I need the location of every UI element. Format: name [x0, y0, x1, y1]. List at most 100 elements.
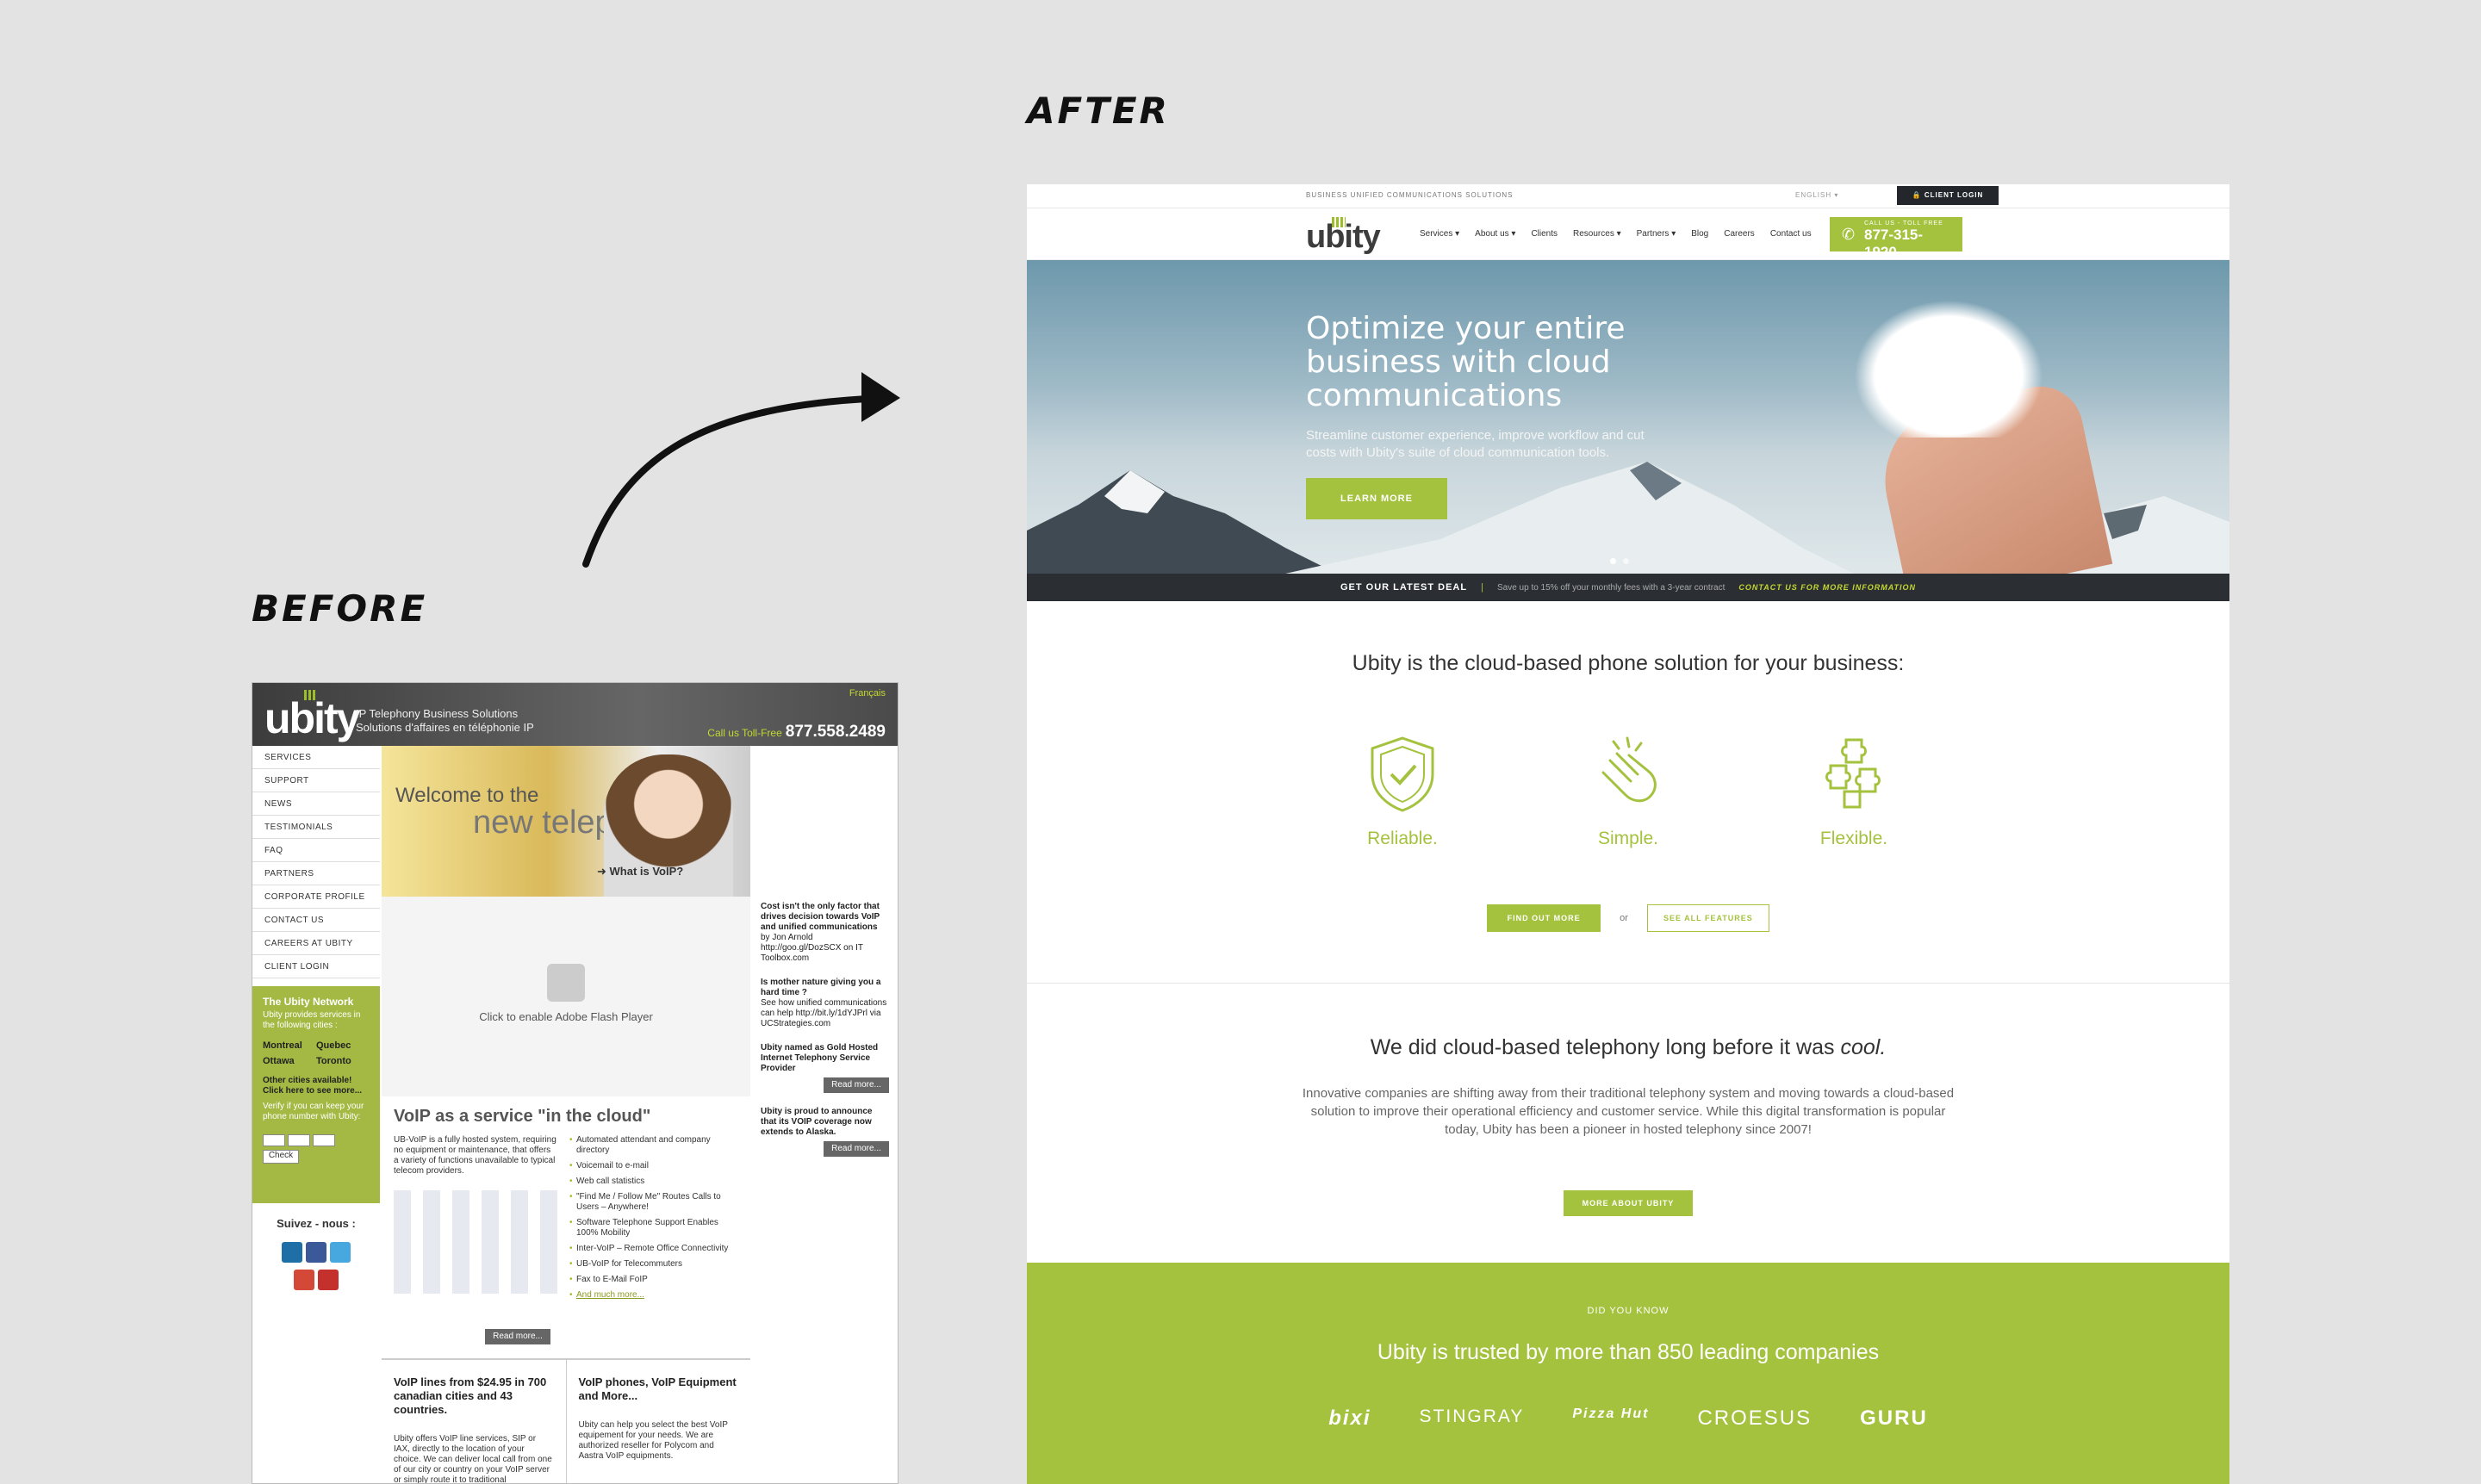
news-text: by Jon Arnold http://goo.gl/DozSCX on IT… [761, 933, 863, 963]
follow-label: Suivez - nous : [277, 1217, 356, 1230]
nav-item-partners[interactable]: PARTNERS [252, 862, 380, 885]
network-title: The Ubity Network [263, 996, 354, 1008]
features-section: Ubity is the cloud-based phone solution … [1027, 601, 2229, 984]
nav-item-testimonials[interactable]: TESTIMONIALS [252, 816, 380, 839]
facebook-icon[interactable] [306, 1242, 326, 1263]
box-text: Ubity can help you select the best VoIP … [578, 1420, 728, 1461]
cloud-image [1854, 300, 2043, 438]
nav-item-support[interactable]: SUPPORT [252, 769, 380, 792]
menu-careers[interactable]: Careers [1724, 229, 1755, 239]
much-more-link[interactable]: And much more... [569, 1290, 738, 1301]
carousel-dot[interactable] [1610, 558, 1616, 564]
city-list: Montreal Quebec Ottawa Toronto [263, 1038, 370, 1069]
nav-item-careers[interactable]: CAREERS AT UBITY [252, 932, 380, 955]
more-about-ubity-button[interactable]: MORE ABOUT UBITY [1564, 1190, 1693, 1216]
cool-text: Innovative companies are shifting away f… [1302, 1086, 1955, 1137]
network-diagram [394, 1190, 557, 1294]
after-label: AFTER [1027, 90, 1170, 132]
nav-item-services[interactable]: SERVICES [252, 746, 380, 769]
linkedin-icon[interactable] [282, 1242, 302, 1263]
deal-bar: GET OUR LATEST DEAL | Save up to 15% off… [1027, 574, 2229, 601]
language-link[interactable]: Français [849, 688, 886, 699]
nav-item-news[interactable]: NEWS [252, 792, 380, 816]
menu-about-us[interactable]: About us ▾ [1475, 229, 1515, 239]
nav-item-client-login[interactable]: CLIENT LOGIN [252, 955, 380, 978]
welcome-line: Welcome to the [395, 784, 539, 807]
call-label: Call us Toll-Free [707, 727, 782, 739]
menu-blog[interactable]: Blog [1691, 229, 1708, 239]
check-button[interactable]: Check [263, 1150, 299, 1164]
shield-check-icon [1371, 736, 1434, 812]
hero-banner: Optimize your entire business with cloud… [1027, 260, 2229, 574]
before-label: BEFORE [252, 587, 428, 630]
news-item: Ubity is proud to announce that its VOIP… [761, 1107, 889, 1157]
feature-reliable: Reliable. [1362, 735, 1443, 849]
nav-item-corporate-profile[interactable]: CORPORATE PROFILE [252, 885, 380, 909]
tagline-en: IP Telephony Business Solutions [356, 707, 519, 720]
box-title: VoIP lines from $24.95 in 700 canadian c… [394, 1375, 547, 1416]
voip-feature-list: Automated attendant and company director… [569, 1135, 738, 1306]
nav-item-contact-us[interactable]: CONTACT US [252, 909, 380, 932]
deal-contact-link[interactable]: CONTACT US FOR MORE INFORMATION [1738, 583, 1916, 592]
list-item: "Find Me / Follow Me" Routes Calls to Us… [569, 1192, 738, 1213]
feature-label: Flexible. [1819, 829, 1888, 848]
or-text: or [1620, 913, 1628, 923]
clients-section: DID YOU KNOW Ubity is trusted by more th… [1027, 1263, 2229, 1484]
cool-title-emphasis: cool. [1840, 1035, 1887, 1059]
read-more-button[interactable]: Read more... [824, 1141, 889, 1157]
polycom-logo: POLYCOM [579, 1470, 739, 1483]
list-item: Fax to E-Mail FoIP [569, 1275, 738, 1285]
client-login-button[interactable]: 🔒 CLIENT LOGIN [1897, 186, 1999, 205]
network-text: Ubity provides services in the following… [263, 1010, 361, 1030]
phone-number-input[interactable] [263, 1134, 370, 1146]
voip-phones-box: VoIP phones, VoIP Equipment and More... U… [567, 1360, 751, 1483]
city: Ottawa [263, 1056, 295, 1066]
learn-more-button[interactable]: LEARN MORE [1306, 478, 1447, 519]
before-logo[interactable]: ubity [264, 693, 360, 743]
news-item: Ubity named as Gold Hosted Internet Tele… [761, 1043, 889, 1093]
welcome-banner[interactable]: Welcome to the new telephony. ➜ What is V… [382, 746, 750, 897]
after-screenshot: BUSINESS UNIFIED COMMUNICATIONS SOLUTION… [1027, 184, 2229, 1484]
hero-text: Streamline customer experience, improve … [1306, 428, 1645, 460]
deal-separator: | [1481, 582, 1483, 593]
language-select[interactable]: ENGLISH ▾ [1795, 191, 1838, 199]
youtube-icon[interactable] [318, 1270, 339, 1290]
menu-contact-us[interactable]: Contact us [1770, 229, 1812, 239]
after-logo[interactable]: ubity [1306, 219, 1381, 256]
read-more-button[interactable]: Read more... [485, 1329, 550, 1344]
main-menu: Services ▾ About us ▾ Clients Resources … [1420, 229, 1812, 239]
flash-text: Click to enable Adobe Flash Player [479, 1010, 653, 1023]
news-title: Ubity named as Gold Hosted Internet Tele… [761, 1043, 879, 1073]
before-phone: 877.558.2489 [785, 723, 886, 741]
feature-simple: Simple. [1588, 735, 1669, 849]
twitter-icon[interactable] [330, 1242, 351, 1263]
menu-clients[interactable]: Clients [1531, 229, 1558, 239]
client-logo-croesus: CROESUS [1697, 1406, 1813, 1430]
find-out-more-button[interactable]: FIND OUT MORE [1487, 904, 1601, 932]
menu-services[interactable]: Services ▾ [1420, 229, 1459, 239]
menu-partners[interactable]: Partners ▾ [1637, 229, 1676, 239]
what-is-voip-link[interactable]: ➜ What is VoIP? [597, 865, 683, 879]
verify-text: Verify if you can keep your phone number… [263, 1102, 364, 1121]
list-item: Inter-VoIP – Remote Office Connectivity [569, 1244, 738, 1254]
follow-us: Suivez - nous : [252, 1217, 380, 1290]
flash-placeholder[interactable]: Click to enable Adobe Flash Player [382, 897, 750, 1096]
client-logos: bixi STINGRAY Pizza Hut CROESUS GURU [1027, 1406, 2229, 1431]
after-topbar: BUSINESS UNIFIED COMMUNICATIONS SOLUTION… [1027, 184, 2229, 208]
carousel-dot[interactable] [1623, 558, 1629, 564]
call-us-button[interactable]: ✆ CALL US - TOLL FREE 877-315-1920 [1830, 217, 1962, 260]
curved-arrow-icon [582, 372, 900, 568]
menu-resources[interactable]: Resources ▾ [1573, 229, 1621, 239]
google-plus-icon[interactable] [294, 1270, 314, 1290]
see-all-features-button[interactable]: SEE ALL FEATURES [1646, 904, 1769, 932]
news-title: Is mother nature giving you a hard time … [761, 978, 881, 997]
puzzle-pieces-icon [1825, 738, 1881, 809]
list-item: UB-VoIP for Telecommuters [569, 1259, 738, 1270]
nav-item-faq[interactable]: FAQ [252, 839, 380, 862]
client-logo-guru: GURU [1860, 1406, 1928, 1430]
voip-text: UB-VoIP is a fully hosted system, requir… [394, 1135, 557, 1176]
after-phone: 877-315-1920 [1864, 227, 1924, 260]
read-more-button[interactable]: Read more... [824, 1077, 889, 1093]
other-cities-link[interactable]: Other cities available! Click here to se… [263, 1076, 370, 1096]
call-toll-free: Call us Toll-Free 877.558.2489 [707, 723, 886, 742]
